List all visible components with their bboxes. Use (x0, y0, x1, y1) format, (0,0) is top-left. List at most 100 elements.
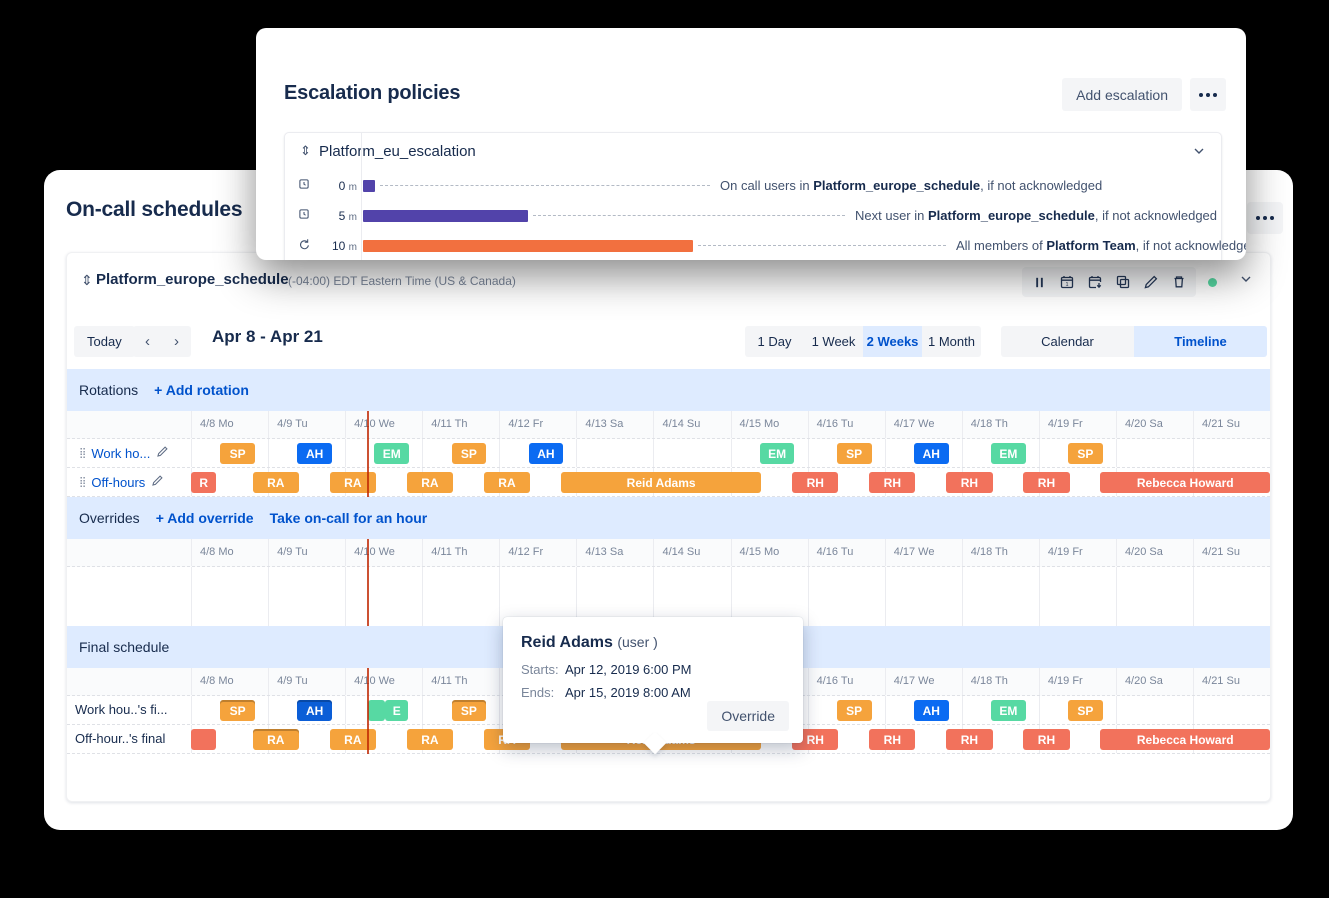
shift-chip[interactable]: EM (760, 443, 795, 464)
day-label: 4/17 We (886, 546, 935, 558)
day-columns: 4/8 Mo4/9 Tu4/10 We4/11 Th4/12 Fr4/13 Sa… (191, 411, 1270, 438)
shift-chip[interactable]: RA (330, 472, 376, 493)
shift-chip[interactable]: RH (946, 472, 992, 493)
shift-chip[interactable]: EM (374, 443, 409, 464)
day-cell[interactable] (1039, 567, 1116, 626)
escalation-more-button[interactable] (1190, 78, 1226, 111)
shift-chip[interactable]: SP (220, 443, 255, 464)
shift-chip[interactable] (368, 700, 385, 721)
shift-chip[interactable]: RA (407, 729, 453, 750)
shift-chip[interactable]: RH (792, 472, 838, 493)
copy-icon[interactable] (1110, 270, 1136, 294)
pencil-icon[interactable] (156, 445, 169, 461)
shift-chip[interactable]: SP (452, 700, 487, 721)
add-escalation-button[interactable]: Add escalation (1062, 78, 1182, 111)
span-option-1-day[interactable]: 1 Day (745, 326, 804, 357)
shift-chip[interactable]: Reid Adams (561, 472, 761, 493)
add-rotation-link[interactable]: + Add rotation (154, 382, 249, 398)
span-option-1-month[interactable]: 1 Month (922, 326, 981, 357)
shift-chip[interactable]: R (191, 472, 216, 493)
shift-chip[interactable]: AH (297, 700, 332, 721)
day-column: 4/15 Mo (731, 411, 808, 438)
day-cell[interactable] (1116, 567, 1193, 626)
shift-chip[interactable] (191, 729, 216, 750)
day-cell[interactable] (345, 567, 422, 626)
edit-icon[interactable] (1138, 270, 1164, 294)
day-cell[interactable] (191, 567, 268, 626)
shift-chip[interactable]: Rebecca Howard (1100, 729, 1270, 750)
take-on-call-link[interactable]: Take on-call for an hour (270, 510, 428, 526)
shift-chip[interactable]: RH (1023, 729, 1069, 750)
escalation-bar (363, 210, 528, 222)
shift-chip[interactable]: RH (869, 729, 915, 750)
shift-chip[interactable]: SP (220, 700, 255, 721)
day-label: 4/20 Sa (1117, 546, 1163, 558)
day-label: 4/20 Sa (1117, 418, 1163, 430)
status-badge (1208, 278, 1217, 287)
day-cell[interactable] (808, 567, 885, 626)
shift-chip[interactable]: SP (1068, 443, 1103, 464)
span-option-2-weeks[interactable]: 2 Weeks (863, 326, 922, 357)
day-column: 4/20 Sa (1116, 411, 1193, 438)
tooltip-role-text: (user ) (617, 634, 657, 650)
view-option-timeline[interactable]: Timeline (1134, 326, 1267, 357)
shift-chip[interactable]: AH (297, 443, 332, 464)
add-override-link[interactable]: + Add override (156, 510, 254, 526)
chevron-down-icon[interactable] (1191, 143, 1207, 164)
chevron-down-icon[interactable] (1238, 271, 1254, 292)
shift-chip[interactable]: RA (330, 729, 376, 750)
shift-chip[interactable]: SP (837, 700, 872, 721)
day-cell[interactable] (1116, 696, 1193, 724)
shift-chip[interactable]: EM (991, 700, 1026, 721)
today-button[interactable]: Today (74, 326, 135, 357)
override-button[interactable]: Override (707, 701, 789, 731)
day-cell[interactable] (422, 567, 499, 626)
shift-chip[interactable]: EM (991, 443, 1026, 464)
day-cell[interactable] (1193, 696, 1270, 724)
prev-period-button[interactable]: ‹ (133, 326, 162, 357)
pencil-icon[interactable] (151, 474, 164, 490)
day-cell[interactable] (268, 567, 345, 626)
shift-chip[interactable]: Rebecca Howard (1100, 472, 1270, 493)
span-option-1-week[interactable]: 1 Week (804, 326, 863, 357)
day-cell[interactable] (1193, 439, 1270, 467)
day-label: 4/21 Su (1194, 546, 1240, 558)
day-cell[interactable] (1116, 439, 1193, 467)
day-cell[interactable] (576, 439, 653, 467)
shift-chip[interactable]: SP (1068, 700, 1103, 721)
shift-chip[interactable]: E (385, 700, 408, 721)
day-cell[interactable] (885, 567, 962, 626)
day-column: 4/14 Su (653, 411, 730, 438)
day-column: 4/21 Su (1193, 668, 1270, 695)
shift-chip[interactable]: SP (837, 443, 872, 464)
shift-chip[interactable]: AH (529, 443, 564, 464)
calendar-icon[interactable]: 1 (1054, 270, 1080, 294)
shift-chip[interactable]: RH (946, 729, 992, 750)
next-period-button[interactable]: › (162, 326, 191, 357)
pause-icon[interactable] (1026, 270, 1052, 294)
rotations-grid: 4/8 Mo4/9 Tu4/10 We4/11 Th4/12 Fr4/13 Sa… (67, 411, 1270, 497)
timeline-row-label[interactable]: ⣿Off-hours (79, 474, 164, 490)
nav-group: ‹ › (133, 326, 191, 357)
day-cell[interactable] (962, 567, 1039, 626)
timeline-row-label[interactable]: ⣿Work ho... (79, 445, 169, 461)
shift-chip[interactable]: RH (1023, 472, 1069, 493)
shift-chip[interactable]: SP (452, 443, 487, 464)
schedules-more-button[interactable] (1247, 202, 1283, 234)
shift-chip[interactable]: RH (869, 472, 915, 493)
shift-chip[interactable]: AH (914, 700, 949, 721)
view-option-calendar[interactable]: Calendar (1001, 326, 1134, 357)
drag-handle-icon[interactable]: ⣿ (79, 448, 85, 459)
shift-chip[interactable]: RA (253, 729, 299, 750)
day-column: 4/9 Tu (268, 411, 345, 438)
shift-chip[interactable]: RA (253, 472, 299, 493)
delete-icon[interactable] (1166, 270, 1192, 294)
day-cell[interactable] (653, 439, 730, 467)
shift-chip[interactable]: RA (484, 472, 530, 493)
calendar-export-icon[interactable] (1082, 270, 1108, 294)
shift-chip[interactable]: AH (914, 443, 949, 464)
drag-handle-icon[interactable]: ⣿ (79, 477, 85, 488)
day-label: 4/8 Mo (192, 546, 234, 558)
shift-chip[interactable]: RA (407, 472, 453, 493)
day-cell[interactable] (1193, 567, 1270, 626)
